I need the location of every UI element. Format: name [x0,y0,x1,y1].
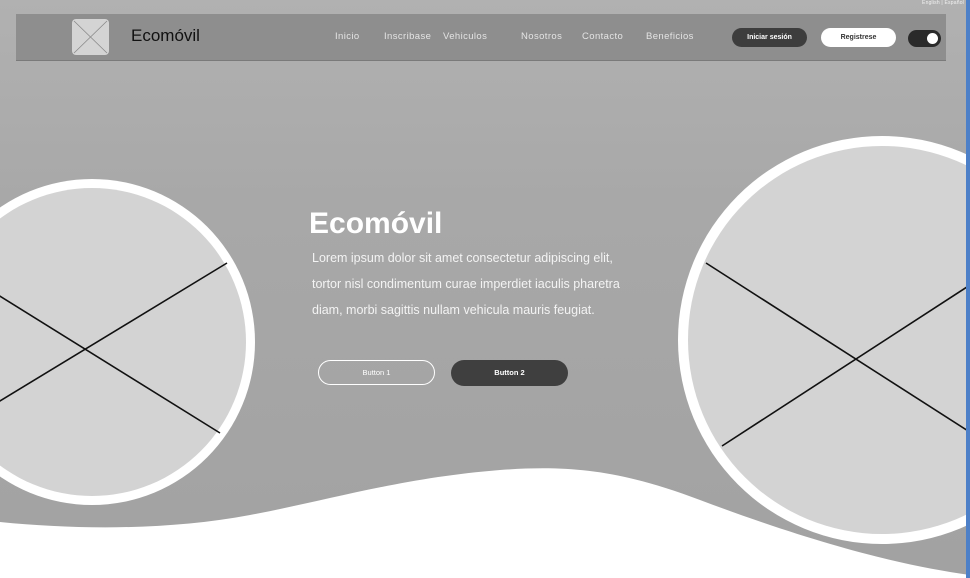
navbar: Ecomóvil Inicio Inscribase Vehiculos Nos… [16,14,946,61]
logo-image-placeholder-icon[interactable] [72,19,109,55]
hero-button-2[interactable]: Button 2 [451,360,568,386]
hero-button-1[interactable]: Button 1 [318,360,435,385]
nav-link-nosotros[interactable]: Nosotros [521,31,562,42]
toggle-knob [927,33,938,44]
nav-link-beneficios[interactable]: Beneficios [646,31,694,42]
nav-link-inicio[interactable]: Inicio [335,31,360,42]
nav-link-contacto[interactable]: Contacto [582,31,623,42]
login-button[interactable]: Iniciar sesión [732,28,807,47]
toggle-switch-icon[interactable] [908,30,941,47]
hero-description: Lorem ipsum dolor sit amet consectetur a… [312,251,620,317]
nav-link-inscribase[interactable]: Inscribase [384,31,431,42]
landing-page: English | Español Ecomóvil Inicio Inscri… [0,0,970,578]
brand-name[interactable]: Ecomóvil [131,26,200,46]
hero-title: Ecomóvil [309,207,443,240]
window-edge [966,0,970,578]
nav-link-vehiculos[interactable]: Vehiculos [443,31,487,42]
language-switch[interactable]: English | Español [922,0,964,6]
register-button[interactable]: Registrese [821,28,896,47]
